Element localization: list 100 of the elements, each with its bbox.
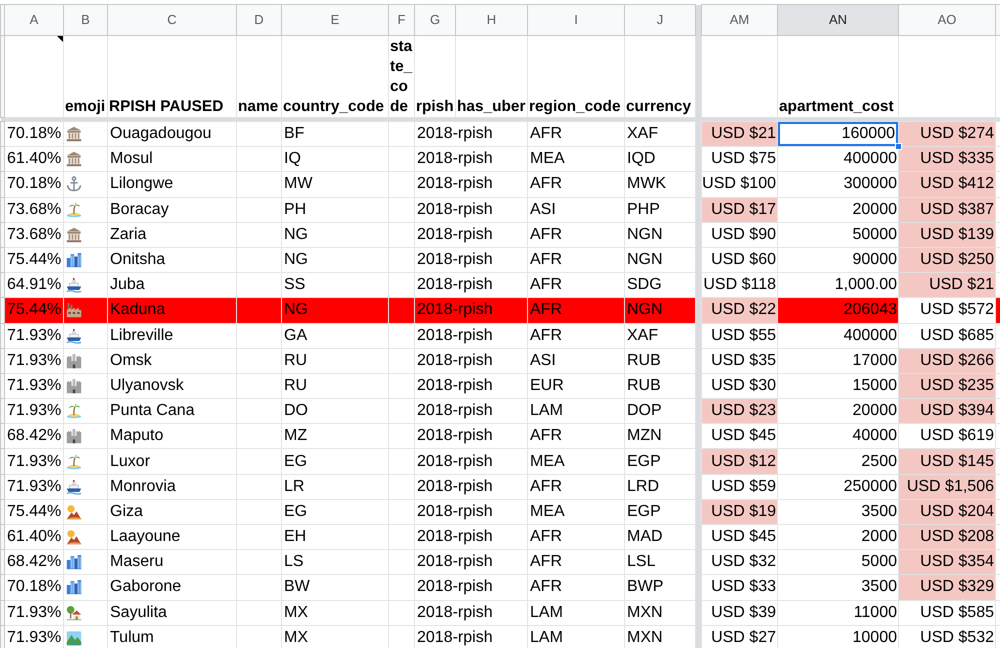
classical-building-icon <box>66 226 82 243</box>
column-letter[interactable]: I <box>528 4 624 36</box>
table-cell: Ouagadougou <box>108 122 236 147</box>
table-cell: 11000 <box>778 600 898 626</box>
table-cell: USD $266 <box>898 348 996 374</box>
table-cell: 17000 <box>778 348 898 374</box>
table-cell: ASI <box>528 348 624 374</box>
table-cell: USD $532 <box>898 625 996 648</box>
table-cell: USD $12 <box>702 448 778 474</box>
table-cell: USD $17 <box>702 197 778 222</box>
table-cell: USD $35 <box>702 348 778 374</box>
table-cell: USD $685 <box>898 323 996 348</box>
table-cell: MEA <box>528 448 624 474</box>
column-letter[interactable]: E <box>282 4 388 36</box>
column-letter[interactable]: AO <box>898 4 996 36</box>
house-with-tree-icon <box>66 604 82 621</box>
table-cell: 2018-rpish <box>414 122 528 147</box>
column-letter[interactable]: G <box>414 4 456 36</box>
palm-island-icon <box>66 403 82 420</box>
table-cell: Gaborone <box>108 574 236 600</box>
table-cell: LAM <box>528 600 624 626</box>
classical-building-icon <box>66 151 82 168</box>
table-cell: 2018-rpish <box>414 474 528 500</box>
table-cell: USD $60 <box>702 247 778 273</box>
table-cell: 73.68% <box>4 197 64 222</box>
table-cell: Omsk <box>108 348 236 374</box>
table-cell: USD $59 <box>702 474 778 500</box>
table-cell: 2018-rpish <box>414 197 528 222</box>
table-cell: USD $1,506 <box>898 474 996 500</box>
table-cell: BF <box>282 122 388 147</box>
table-cell: 2018-rpish <box>414 298 528 323</box>
table-cell: AFR <box>528 323 624 348</box>
table-cell: 2018-rpish <box>414 625 528 648</box>
table-cell: USD $387 <box>898 197 996 222</box>
table-cell: USD $23 <box>702 398 778 424</box>
table-cell: 20000 <box>778 197 898 222</box>
table-cell: 3500 <box>778 574 898 600</box>
landscape-icon <box>66 630 82 646</box>
table-cell: USD $412 <box>898 172 996 198</box>
table-cell: USD $32 <box>702 550 778 575</box>
table-cell: USD $27 <box>702 625 778 648</box>
table-cell: Libreville <box>108 323 236 348</box>
table-cell: NG <box>282 222 388 248</box>
castle-icon <box>66 378 82 394</box>
table-cell: USD $329 <box>898 574 996 600</box>
castle-icon <box>66 428 82 444</box>
column-letter[interactable]: H <box>456 4 528 36</box>
classical-building-icon <box>66 126 82 142</box>
column-letter[interactable]: B <box>64 4 108 36</box>
table-cell: USD $118 <box>702 272 778 298</box>
anchor-icon <box>66 176 82 192</box>
table-cell: AFR <box>528 298 624 323</box>
table-cell: MW <box>282 172 388 198</box>
palm-island-icon <box>66 454 82 470</box>
city-buildings-icon <box>66 579 82 596</box>
table-cell: GA <box>282 323 388 348</box>
column-letter[interactable]: A <box>4 4 64 36</box>
table-cell: 50000 <box>778 222 898 248</box>
city-buildings-icon <box>66 554 82 570</box>
table-cell: USD $33 <box>702 574 778 600</box>
desert-icon <box>66 529 82 546</box>
table-cell: USD $55 <box>702 323 778 348</box>
table-cell: 160000 <box>778 122 898 147</box>
table-cell: USD $354 <box>898 550 996 575</box>
column-letter[interactable]: J <box>624 4 696 36</box>
table-cell: Luxor <box>108 448 236 474</box>
desert-icon <box>66 504 82 520</box>
table-cell: USD $45 <box>702 424 778 449</box>
column-letter[interactable]: F <box>388 4 414 36</box>
table-cell: 71.93% <box>4 448 64 474</box>
column-letter[interactable]: AM <box>702 4 778 36</box>
table-cell: 70.18% <box>4 172 64 198</box>
table-cell: USD $208 <box>898 524 996 550</box>
table-cell: AFR <box>528 574 624 600</box>
column-letter[interactable]: D <box>236 4 282 36</box>
table-cell: BW <box>282 574 388 600</box>
ship-icon <box>66 277 82 294</box>
table-cell: 73.68% <box>4 222 64 248</box>
table-cell: 400000 <box>778 323 898 348</box>
table-cell: AFR <box>528 474 624 500</box>
table-cell: 75.44% <box>4 298 64 323</box>
table-cell: PH <box>282 197 388 222</box>
table-cell: USD $21 <box>898 272 996 298</box>
table-cell: Lilongwe <box>108 172 236 198</box>
column-letter[interactable]: C <box>108 4 236 36</box>
table-cell: Sayulita <box>108 600 236 626</box>
table-cell: USD $204 <box>898 499 996 524</box>
column-letter[interactable]: AN <box>778 4 898 36</box>
city-buildings-icon <box>66 252 82 268</box>
table-cell: USD $235 <box>898 373 996 399</box>
table-cell: USD $39 <box>702 600 778 626</box>
table-cell: USD $100 <box>702 172 778 198</box>
table-cell: 2018-rpish <box>414 448 528 474</box>
table-cell: MX <box>282 600 388 626</box>
table-cell: 2018-rpish <box>414 600 528 626</box>
table-cell: 206043 <box>778 298 898 323</box>
table-cell: USD $145 <box>898 448 996 474</box>
table-cell: USD $75 <box>702 146 778 172</box>
table-cell: 2018-rpish <box>414 222 528 248</box>
table-cell: 2018-rpish <box>414 323 528 348</box>
